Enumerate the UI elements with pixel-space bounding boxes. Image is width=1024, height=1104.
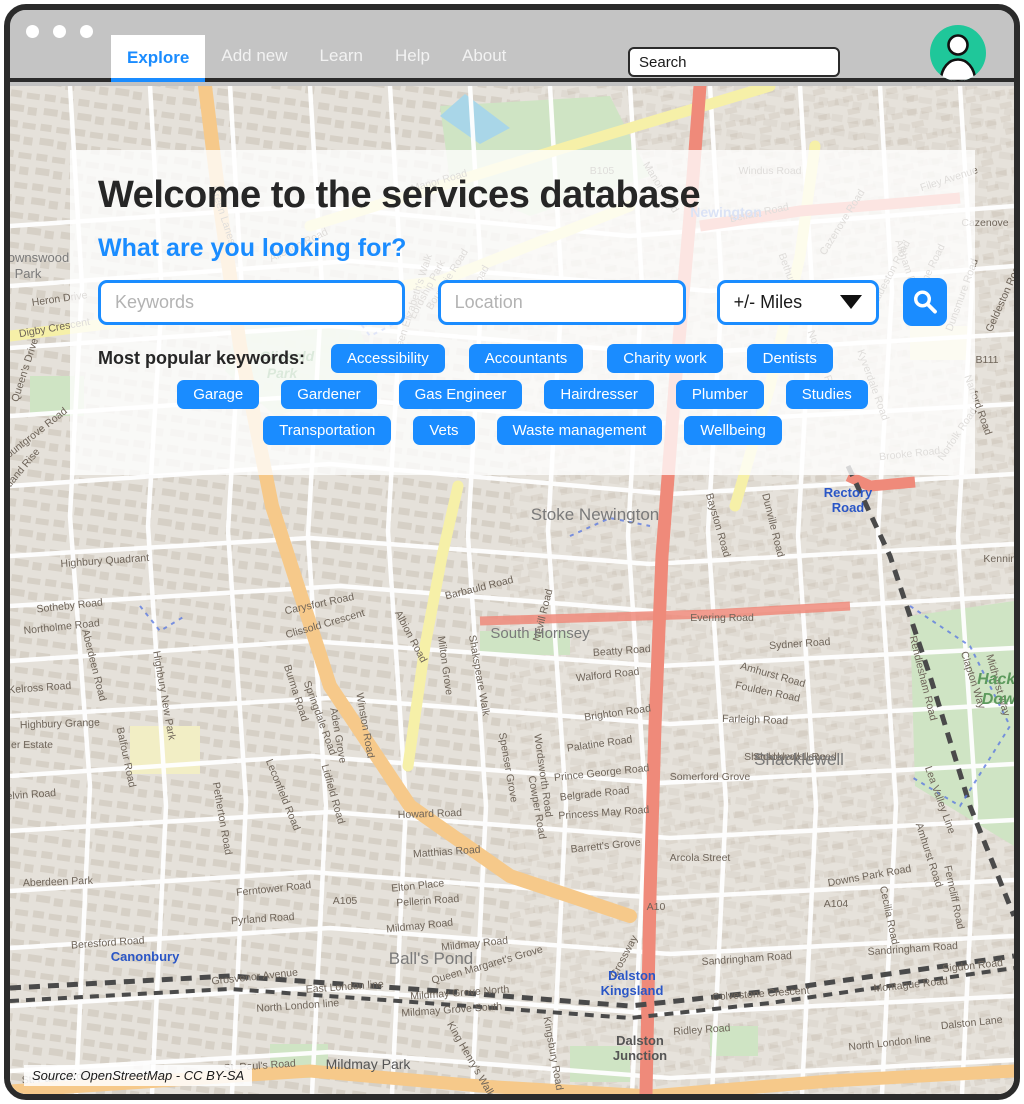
map-street-label: Kennington (983, 553, 1014, 565)
radius-select[interactable]: +/- Miles (716, 279, 880, 325)
nav-item-learn[interactable]: Learn (304, 47, 379, 78)
keyword-tag-hairdresser[interactable]: Hairdresser (544, 380, 654, 409)
map-place-label: Mildmay Park (326, 1056, 412, 1072)
map-street-label: Howard Road (398, 807, 463, 821)
map-place-label: Brownswood (10, 250, 69, 265)
keyword-tag-gardener[interactable]: Gardener (281, 380, 377, 409)
keyword-row: Garage Gardener Gas Engineer Hairdresser… (98, 380, 947, 409)
close-window-dot[interactable] (26, 25, 39, 38)
keyword-row: Most popular keywords: Accessibility Acc… (98, 344, 947, 373)
keyword-tag-wellbeing[interactable]: Wellbeing (684, 416, 782, 445)
search-submit-button[interactable] (903, 278, 947, 326)
map-place-label: Dalston (608, 968, 656, 983)
map-area[interactable]: Manor RoadManor RoadWindus RoadBelfast R… (10, 86, 1014, 1094)
page-title: Welcome to the services database (98, 174, 701, 216)
map-place-label: Shacklewell (754, 750, 844, 769)
maximize-window-dot[interactable] (80, 25, 93, 38)
avatar[interactable] (930, 25, 986, 81)
nav-item-explore[interactable]: Explore (111, 35, 206, 82)
map-street-label: A105 (333, 895, 358, 907)
location-input[interactable] (437, 279, 686, 325)
keyword-tag-transportation[interactable]: Transportation (263, 416, 392, 445)
keyword-tag-vets[interactable]: Vets (413, 416, 475, 445)
hero-panel: Welcome to the services database What ar… (70, 150, 975, 475)
user-avatar-icon (939, 34, 977, 81)
map-attribution: Source: OpenStreetMap - CC BY-SA (24, 1065, 253, 1086)
popular-keywords: Most popular keywords: Accessibility Acc… (98, 344, 947, 445)
map-place-label: Stoke Newington (531, 505, 660, 524)
map-place-label: Canonbury (111, 949, 180, 964)
keyword-tag-accountants[interactable]: Accountants (468, 344, 584, 373)
search-form: +/- Miles (98, 278, 947, 326)
minimize-window-dot[interactable] (53, 25, 66, 38)
map-place-label: Park (15, 266, 42, 281)
header-search-input[interactable] (628, 47, 840, 77)
keyword-tag-charity-work[interactable]: Charity work (607, 344, 723, 373)
map-street-label: B111 (976, 354, 999, 366)
popular-keywords-label: Most popular keywords: (98, 348, 306, 368)
titlebar: Explore Add new Learn Help About (10, 10, 1014, 82)
keyword-tag-accessibility[interactable]: Accessibility (331, 344, 445, 373)
nav-item-help[interactable]: Help (379, 47, 446, 78)
map-place-label: Hackney (977, 671, 1014, 688)
keyword-tag-gas-engineer[interactable]: Gas Engineer (398, 380, 523, 409)
map-street-label: Aberdeen Park (23, 875, 94, 889)
map-street-label: Arcola Street (670, 852, 731, 864)
keyword-row: Transportation Vets Waste management Wel… (98, 416, 947, 445)
page-subtitle: What are you looking for? (98, 234, 407, 262)
window-controls[interactable] (26, 25, 93, 38)
main-navigation: Explore Add new Learn Help About (111, 32, 522, 82)
nav-item-about[interactable]: About (446, 47, 522, 78)
map-place-label: South Hornsey (490, 625, 590, 642)
map-street-label: A104 (824, 898, 849, 910)
map-place-label: Junction (613, 1048, 667, 1063)
map-street-label: er Estate (11, 739, 53, 751)
chevron-down-icon (840, 295, 863, 309)
keywords-input[interactable] (98, 279, 405, 325)
keyword-tag-studies[interactable]: Studies (785, 380, 868, 409)
keyword-tag-dentists[interactable]: Dentists (746, 344, 833, 373)
nav-item-add-new[interactable]: Add new (205, 47, 303, 78)
map-street-label: Evering Road (690, 612, 754, 624)
keyword-tag-plumber[interactable]: Plumber (675, 380, 764, 409)
map-place-label: Road (832, 500, 865, 515)
map-place-label: Rectory (824, 485, 873, 500)
app-window: Explore Add new Learn Help About Search … (4, 4, 1020, 1100)
search-icon (914, 290, 938, 314)
map-place-label: Kingsland (601, 983, 664, 998)
keyword-tag-waste-management[interactable]: Waste management (496, 416, 663, 445)
map-place-label: Downs (982, 691, 1014, 708)
keyword-tag-garage[interactable]: Garage (177, 380, 260, 409)
radius-select-value: +/- Miles (733, 291, 803, 312)
map-place-label: Dalston (616, 1033, 664, 1048)
map-place-label: Ball's Pond (389, 949, 474, 968)
map-street-label: Farleigh Road (722, 713, 788, 727)
map-street-label: Somerford Grove (670, 771, 751, 783)
map-street-label: A10 (647, 901, 666, 913)
